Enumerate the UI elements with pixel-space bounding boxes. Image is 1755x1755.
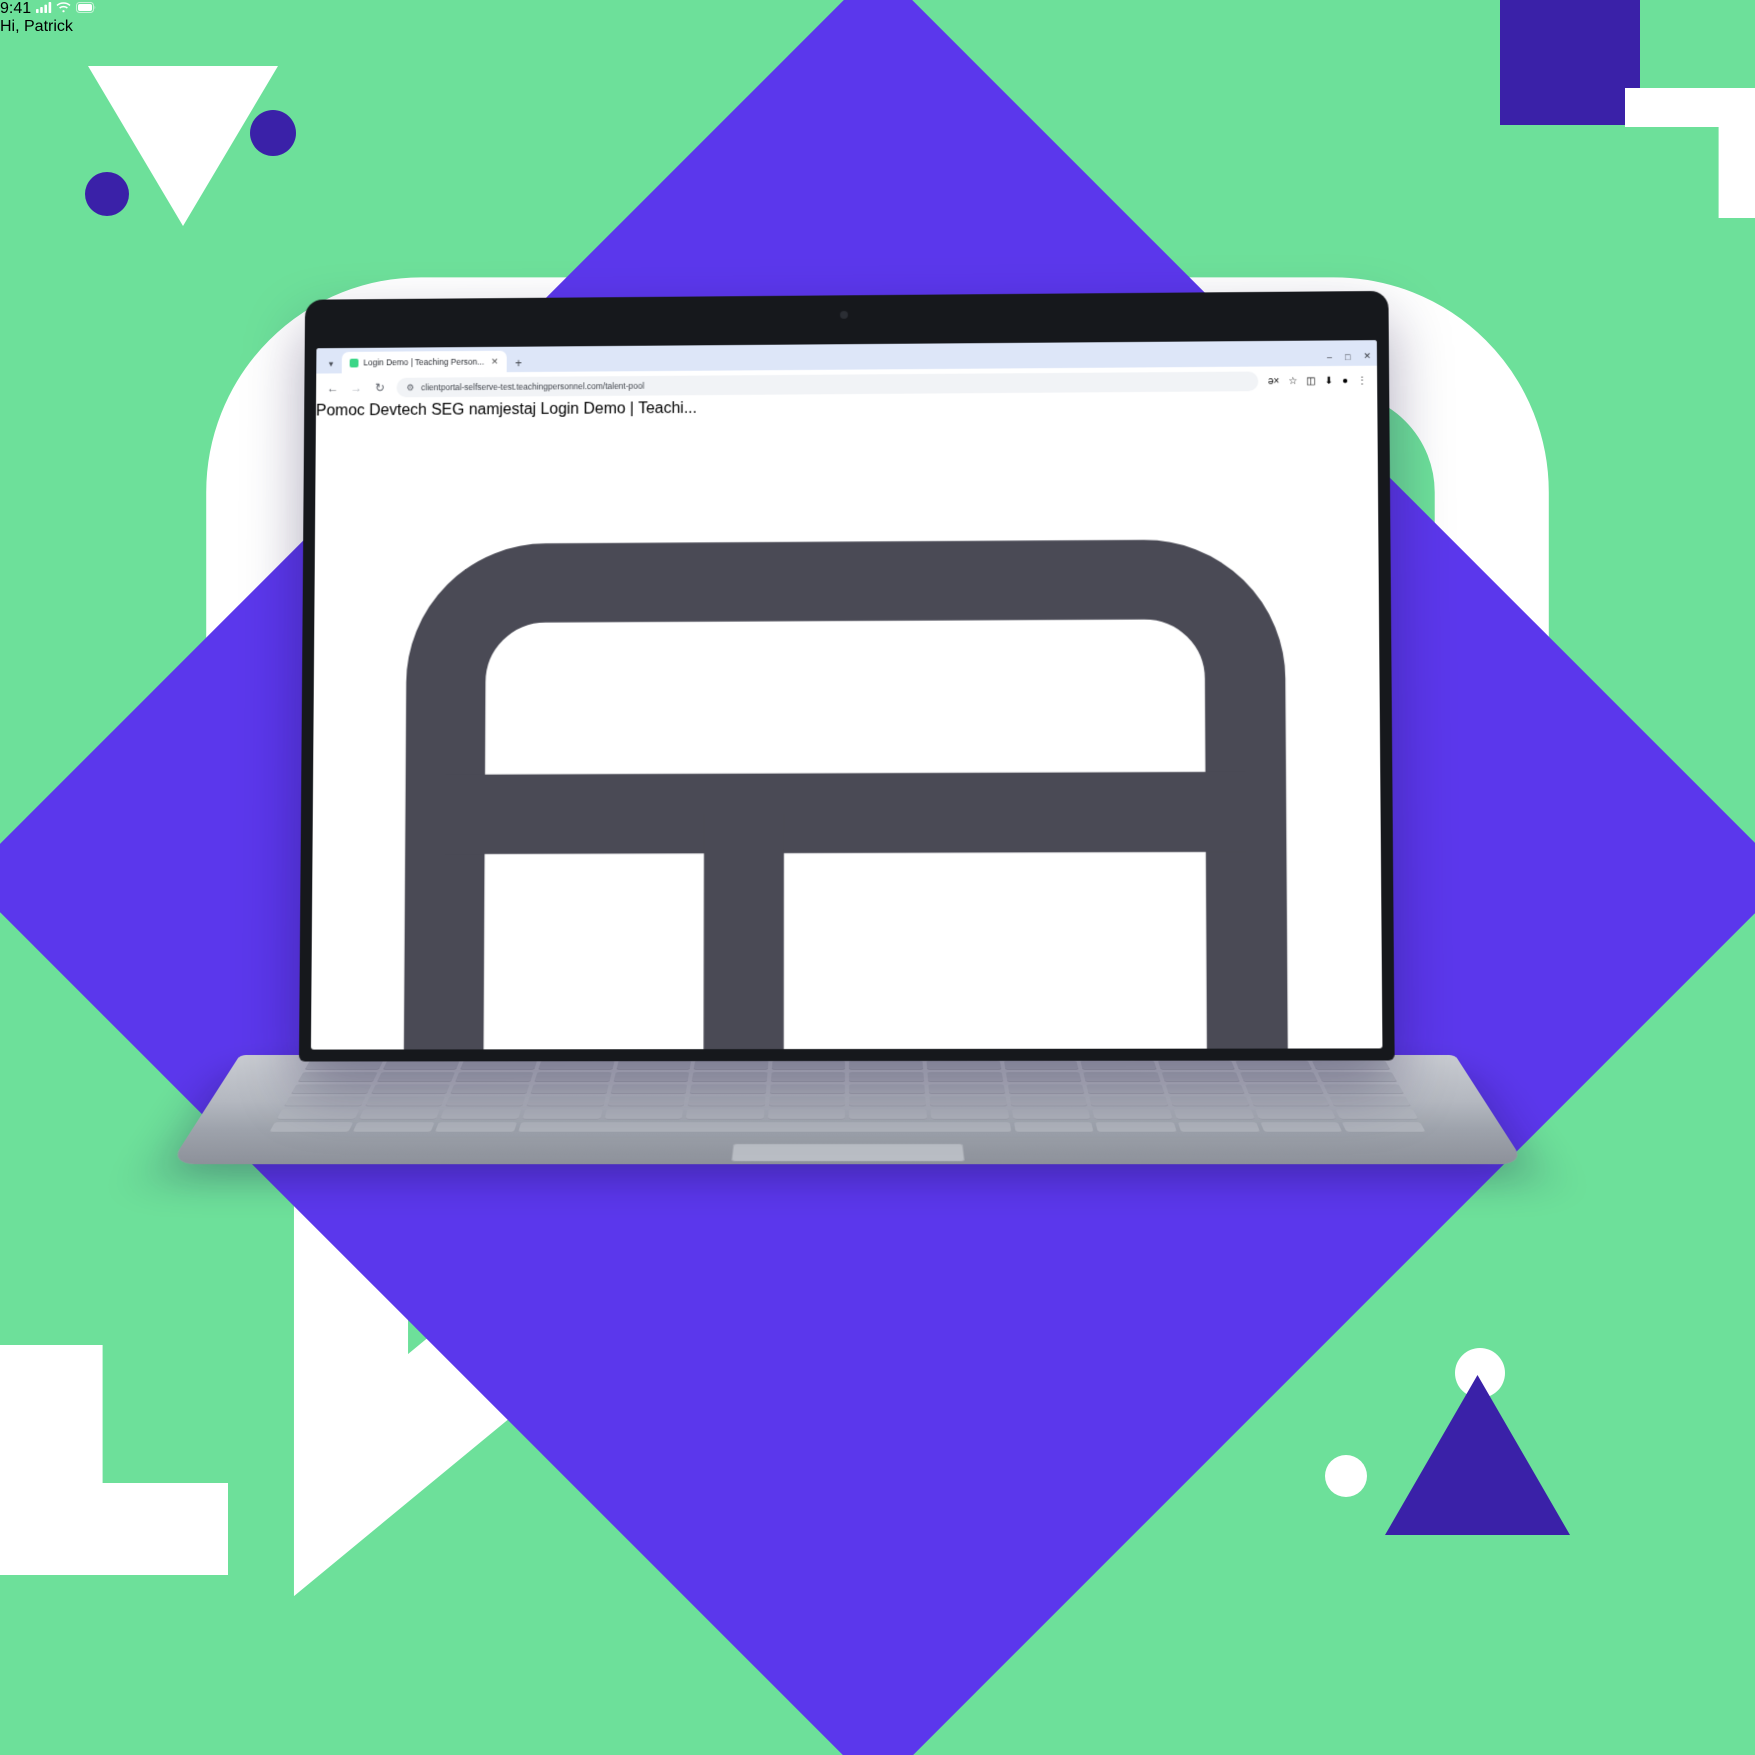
bookmark-item[interactable]: Login Demo | Teachi... xyxy=(540,400,696,418)
toolbar-actions: ə× ☆ ◫ ⬇ ● ⋮ xyxy=(1268,375,1367,387)
purple-dot xyxy=(250,110,296,156)
deep-purple-triangle xyxy=(1385,1375,1570,1535)
leaf-icon xyxy=(349,358,359,367)
bookmark-item[interactable]: Pomoc xyxy=(316,402,365,419)
purple-dot xyxy=(85,172,129,216)
laptop-keyboard xyxy=(269,1060,1426,1133)
translate-icon[interactable]: ə× xyxy=(1268,376,1279,387)
bookmark-item[interactable]: namjestaj xyxy=(469,401,536,418)
address-bar[interactable]: ⚙ clientportal-selfserve-test.teachingpe… xyxy=(396,371,1259,398)
maximize-icon[interactable]: □ xyxy=(1345,352,1351,362)
browser-menu-icon[interactable]: ⋮ xyxy=(1357,375,1367,386)
white-dot xyxy=(1325,1455,1367,1497)
app-viewport: Dashboard Bookings teaching xyxy=(311,413,1383,1050)
reload-icon[interactable]: ↻ xyxy=(373,381,387,395)
bookmark-star-icon[interactable]: ☆ xyxy=(1288,376,1297,387)
close-icon[interactable]: ✕ xyxy=(491,356,498,367)
trackpad[interactable] xyxy=(730,1143,965,1162)
bookmark-item[interactable]: Devtech xyxy=(369,402,427,419)
deep-purple-square xyxy=(1500,0,1640,125)
bookmark-label: Login Demo | Teachi... xyxy=(540,400,697,418)
window-controls: – □ ✕ xyxy=(1327,351,1371,366)
tab-search-chevron-icon[interactable]: ▾ xyxy=(322,354,340,374)
white-corner-shape-bottom xyxy=(0,1345,228,1575)
forward-icon[interactable]: → xyxy=(349,381,363,395)
sidebar-item-dashboard[interactable]: Dashboard xyxy=(311,413,1383,1050)
tune-icon: ⚙ xyxy=(406,382,415,392)
bookmark-item[interactable]: SEG xyxy=(431,402,464,419)
profile-icon[interactable]: ● xyxy=(1342,375,1348,386)
laptop-device: ▾ Login Demo | Teaching Person... ✕ + – … xyxy=(298,290,1395,1062)
url-text: clientportal-selfserve-test.teachingpers… xyxy=(421,380,645,393)
back-icon[interactable]: ← xyxy=(326,381,340,395)
minimize-icon[interactable]: – xyxy=(1327,352,1332,362)
split-view-icon[interactable]: ◫ xyxy=(1306,375,1316,386)
browser-window: ▾ Login Demo | Teaching Person... ✕ + – … xyxy=(310,340,1383,1050)
tab-title: Login Demo | Teaching Person... xyxy=(363,356,485,368)
laptop-base xyxy=(169,1055,1526,1165)
sidebar-rail: Dashboard Bookings xyxy=(311,413,1383,1050)
download-icon[interactable]: ⬇ xyxy=(1325,375,1333,386)
window-close-icon[interactable]: ✕ xyxy=(1363,351,1371,362)
new-tab-button[interactable]: + xyxy=(508,356,529,372)
browser-tab[interactable]: Login Demo | Teaching Person... ✕ xyxy=(341,350,507,374)
